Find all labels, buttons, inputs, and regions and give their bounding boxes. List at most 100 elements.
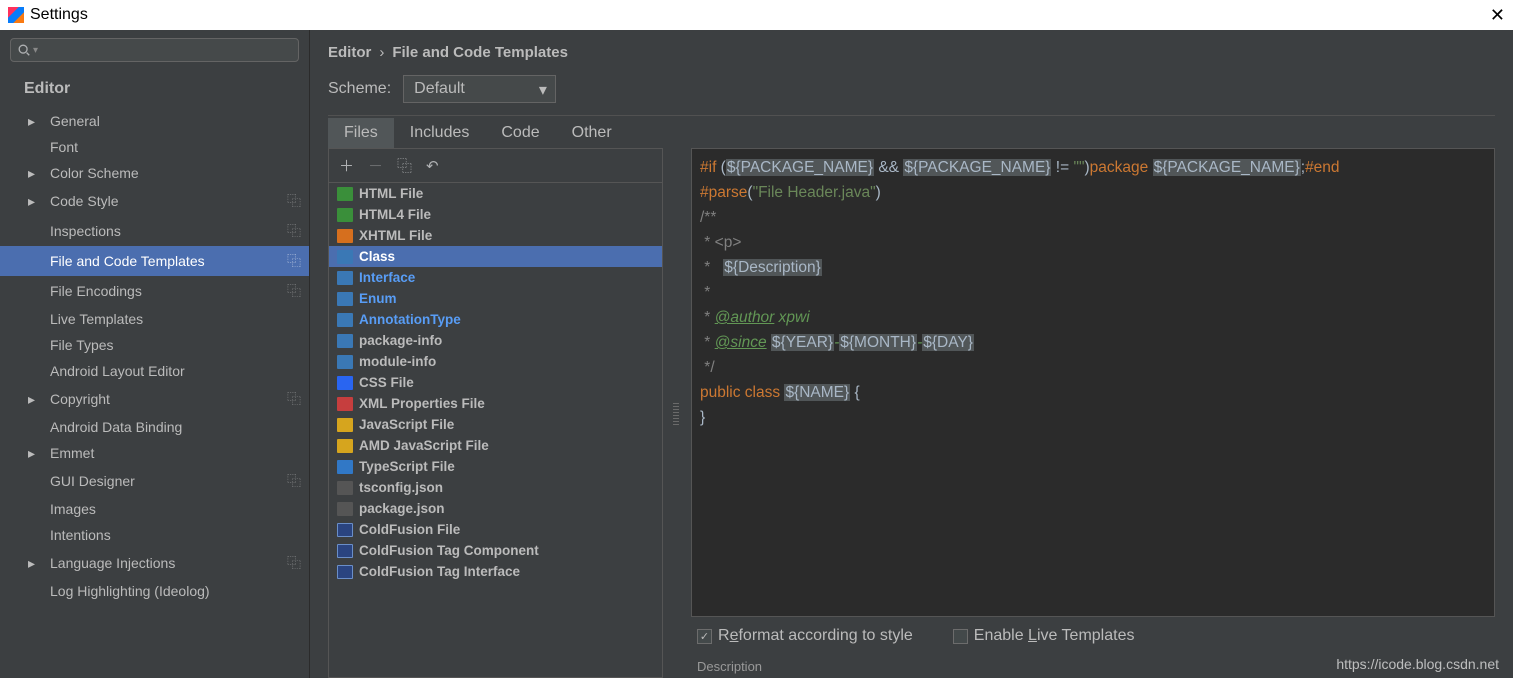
project-scope-icon: ⿻ (287, 389, 301, 409)
sidebar-item-label: Code Style (50, 193, 118, 209)
template-label: CSS File (359, 375, 414, 390)
sidebar-item-label: File Encodings (50, 283, 142, 299)
template-item-html4-file[interactable]: HTML4 File (329, 204, 662, 225)
splitter-handle[interactable] (673, 401, 679, 425)
expand-icon: ▸ (28, 193, 35, 210)
tab-code[interactable]: Code (485, 118, 555, 148)
template-item-tsconfig.json[interactable]: tsconfig.json (329, 477, 662, 498)
template-item-css-file[interactable]: CSS File (329, 372, 662, 393)
template-item-typescript-file[interactable]: TypeScript File (329, 456, 662, 477)
file-type-icon (337, 481, 353, 495)
template-item-module-info[interactable]: module-info (329, 351, 662, 372)
sidebar-item-copyright[interactable]: ▸Copyright⿻ (0, 384, 309, 414)
remove-button[interactable]: － (368, 155, 383, 176)
template-item-xhtml-file[interactable]: XHTML File (329, 225, 662, 246)
template-toolbar: ＋ － ⿻ ↶ (329, 149, 662, 183)
watermark: https://icode.blog.csdn.net (1336, 656, 1499, 672)
file-type-icon (337, 439, 353, 453)
expand-icon: ▸ (28, 391, 35, 408)
close-icon[interactable]: ✕ (1490, 5, 1505, 26)
sidebar-item-color-scheme[interactable]: ▸Color Scheme (0, 160, 309, 186)
tab-files[interactable]: Files (328, 118, 394, 148)
sidebar-item-language-injections[interactable]: ▸Language Injections⿻ (0, 548, 309, 578)
settings-sidebar: ▾ Editor ▸GeneralFont▸Color Scheme▸Code … (0, 30, 310, 678)
file-type-icon (337, 376, 353, 390)
sidebar-item-log-highlighting-(ideolog)[interactable]: Log Highlighting (Ideolog) (0, 578, 309, 604)
add-button[interactable]: ＋ (339, 155, 354, 176)
sidebar-item-images[interactable]: Images (0, 496, 309, 522)
template-item-amd-javascript-file[interactable]: AMD JavaScript File (329, 435, 662, 456)
sidebar-item-emmet[interactable]: ▸Emmet (0, 440, 309, 466)
file-type-icon (337, 208, 353, 222)
sidebar-item-label: Images (50, 501, 96, 517)
sidebar-item-file-encodings[interactable]: File Encodings⿻ (0, 276, 309, 306)
template-item-coldfusion-tag-interface[interactable]: ColdFusion Tag Interface (329, 561, 662, 582)
template-item-package.json[interactable]: package.json (329, 498, 662, 519)
sidebar-item-label: GUI Designer (50, 473, 135, 489)
copy-button[interactable]: ⿻ (397, 155, 412, 176)
template-label: package-info (359, 333, 442, 348)
sidebar-item-android-layout-editor[interactable]: Android Layout Editor (0, 358, 309, 384)
file-type-icon (337, 250, 353, 264)
file-type-icon (337, 187, 353, 201)
sidebar-item-label: Font (50, 139, 78, 155)
tab-includes[interactable]: Includes (394, 118, 486, 148)
app-icon (8, 7, 24, 23)
template-item-javascript-file[interactable]: JavaScript File (329, 414, 662, 435)
live-templates-checkbox[interactable]: Enable Live Templates (953, 627, 1135, 645)
sidebar-item-intentions[interactable]: Intentions (0, 522, 309, 548)
template-item-coldfusion-tag-component[interactable]: ColdFusion Tag Component (329, 540, 662, 561)
template-item-interface[interactable]: Interface (329, 267, 662, 288)
template-label: HTML4 File (359, 207, 431, 222)
sidebar-item-live-templates[interactable]: Live Templates (0, 306, 309, 332)
sidebar-item-code-style[interactable]: ▸ Code Style ⿻ (0, 186, 309, 216)
file-type-icon (337, 334, 353, 348)
template-label: Class (359, 249, 395, 264)
sidebar-item-file-and-code-templates[interactable]: File and Code Templates⿻ (0, 246, 309, 276)
template-label: XHTML File (359, 228, 432, 243)
template-item-coldfusion-file[interactable]: ColdFusion File (329, 519, 662, 540)
template-item-html-file[interactable]: HTML File (329, 183, 662, 204)
sidebar-item-general[interactable]: ▸General (0, 108, 309, 134)
template-label: TypeScript File (359, 459, 455, 474)
sidebar-item-label: Android Data Binding (50, 419, 182, 435)
sidebar-item-label: Inspections (50, 223, 121, 239)
template-item-xml-properties-file[interactable]: XML Properties File (329, 393, 662, 414)
file-type-icon (337, 565, 353, 579)
template-item-annotationtype[interactable]: AnnotationType (329, 309, 662, 330)
file-type-icon (337, 355, 353, 369)
sidebar-item-file-types[interactable]: File Types (0, 332, 309, 358)
sidebar-item-label: Language Injections (50, 555, 175, 571)
template-item-package-info[interactable]: package-info (329, 330, 662, 351)
template-label: tsconfig.json (359, 480, 443, 495)
file-type-icon (337, 418, 353, 432)
file-type-icon (337, 460, 353, 474)
template-item-class[interactable]: Class (329, 246, 662, 267)
sidebar-item-label: Emmet (50, 445, 94, 461)
project-scope-icon: ⿻ (287, 221, 301, 241)
sidebar-item-label: File Types (50, 337, 114, 353)
breadcrumb-root[interactable]: Editor (328, 44, 371, 61)
sidebar-item-inspections[interactable]: Inspections ⿻ (0, 216, 309, 246)
project-scope-icon: ⿻ (287, 191, 301, 211)
file-type-icon (337, 523, 353, 537)
file-type-icon (337, 313, 353, 327)
template-item-enum[interactable]: Enum (329, 288, 662, 309)
template-label: AMD JavaScript File (359, 438, 489, 453)
sidebar-item-gui-designer[interactable]: GUI Designer⿻ (0, 466, 309, 496)
template-label: module-info (359, 354, 436, 369)
reformat-checkbox[interactable]: ✓ Reformat according to style (697, 627, 913, 645)
scheme-select[interactable]: Default (403, 75, 556, 103)
revert-button[interactable]: ↶ (426, 157, 439, 175)
file-type-icon (337, 229, 353, 243)
file-type-icon (337, 502, 353, 516)
tab-other[interactable]: Other (556, 118, 628, 148)
template-editor[interactable]: #if (${PACKAGE_NAME} && ${PACKAGE_NAME} … (691, 148, 1495, 617)
scheme-label: Scheme: (328, 80, 391, 98)
search-icon (17, 43, 31, 57)
template-label: AnnotationType (359, 312, 461, 327)
search-input[interactable]: ▾ (10, 38, 299, 62)
sidebar-item-font[interactable]: Font (0, 134, 309, 160)
sidebar-item-android-data-binding[interactable]: Android Data Binding (0, 414, 309, 440)
expand-icon: ▸ (28, 165, 35, 182)
